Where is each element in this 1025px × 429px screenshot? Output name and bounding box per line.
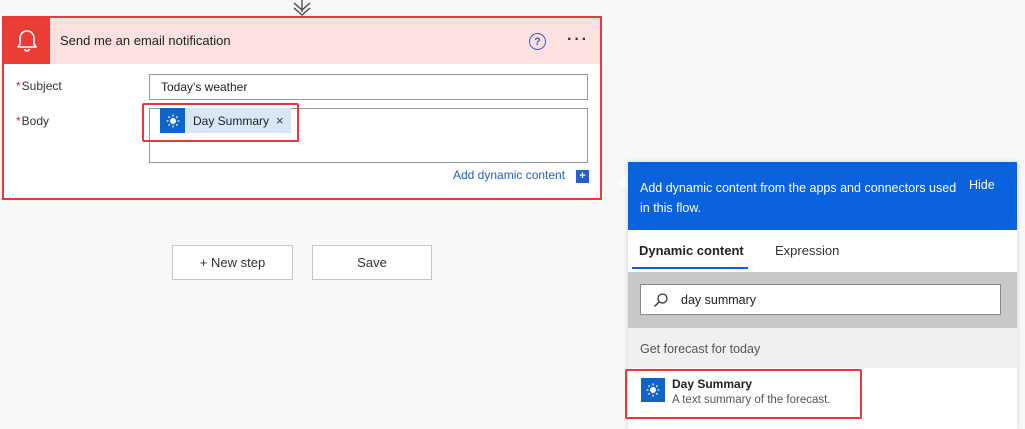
tab-dynamic-content[interactable]: Dynamic content [639, 243, 744, 258]
more-options-icon[interactable]: ··· [567, 31, 589, 49]
connector-group-header[interactable]: Get forecast for today [628, 328, 1017, 368]
bell-icon [4, 18, 50, 64]
email-notification-action-card: Send me an email notification ? ··· *Sub… [2, 16, 602, 200]
result-item-highlight [625, 369, 862, 419]
body-label-text: Body [21, 114, 50, 128]
connector-group-label: Get forecast for today [640, 342, 761, 356]
save-button[interactable]: Save [312, 245, 432, 280]
subject-label: *Subject [16, 79, 62, 93]
new-step-button[interactable]: + New step [172, 245, 293, 280]
body-token-highlight [142, 103, 299, 142]
dynamic-panel-header-text: Add dynamic content from the apps and co… [640, 181, 957, 215]
subject-label-text: Subject [21, 79, 62, 93]
active-tab-indicator [632, 267, 748, 269]
dynamic-search-area: day summary [628, 272, 1017, 328]
dynamic-search-value: day summary [681, 293, 757, 307]
action-card-title: Send me an email notification [60, 33, 231, 48]
required-mark: * [16, 79, 21, 93]
tab-expression[interactable]: Expression [775, 243, 839, 258]
add-dynamic-content-icon[interactable]: + [576, 170, 589, 183]
body-label: *Body [16, 114, 49, 128]
hide-panel-link[interactable]: Hide [969, 178, 995, 192]
help-icon[interactable]: ? [529, 33, 546, 50]
search-icon [654, 293, 668, 307]
panel-caret [618, 172, 628, 192]
add-dynamic-content-link[interactable]: Add dynamic content [453, 168, 565, 182]
dynamic-panel-header: Add dynamic content from the apps and co… [628, 162, 1017, 230]
dynamic-search-input[interactable]: day summary [640, 284, 1001, 315]
required-mark: * [16, 114, 21, 128]
action-card-header[interactable]: Send me an email notification ? ··· [4, 18, 600, 64]
subject-input[interactable]: Today's weather [149, 74, 588, 100]
